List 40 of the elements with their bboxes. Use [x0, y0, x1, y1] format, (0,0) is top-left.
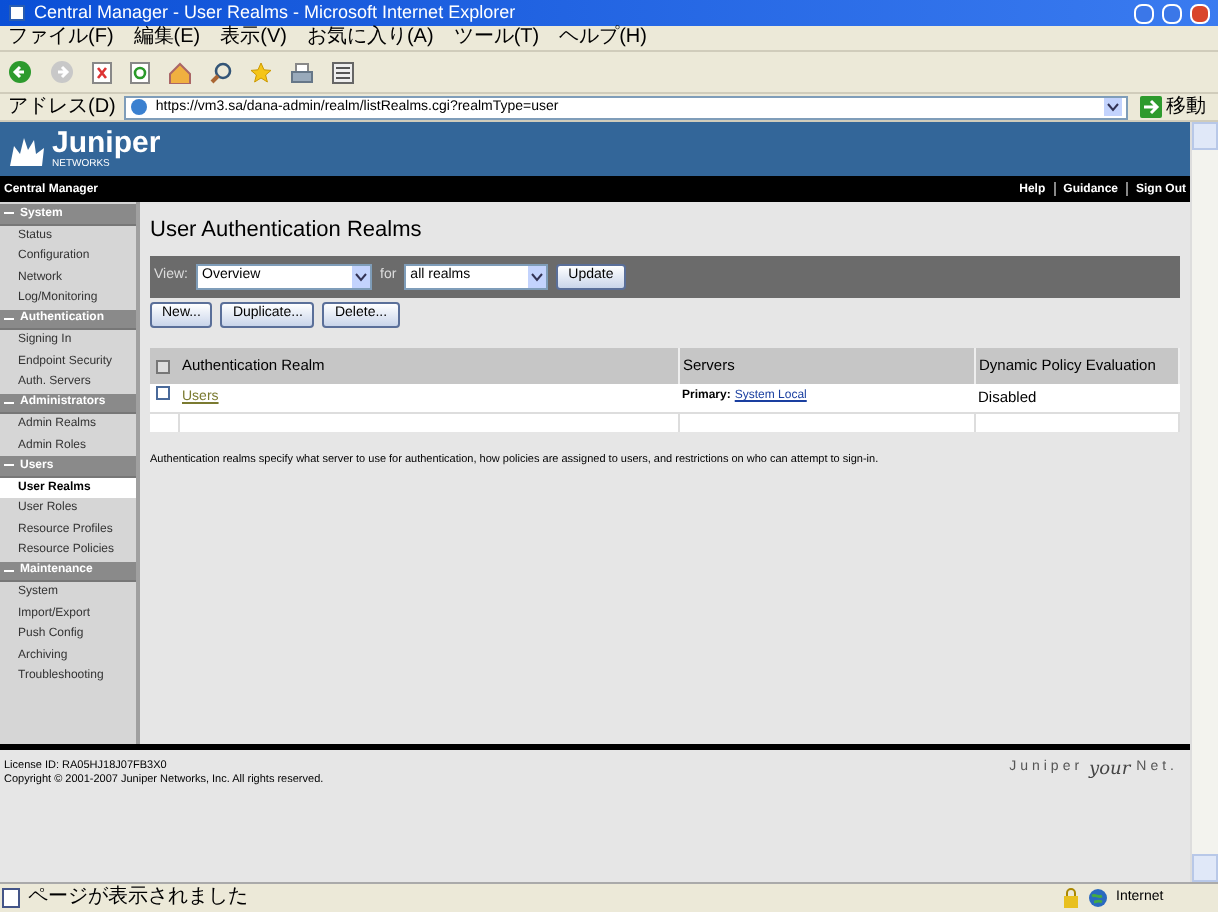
close-button[interactable]	[1190, 3, 1210, 23]
globe-icon	[1088, 888, 1108, 908]
home-icon[interactable]	[168, 61, 192, 83]
star-icon[interactable]	[250, 61, 272, 83]
minimize-button[interactable]	[1134, 3, 1154, 23]
go-button[interactable]: 移動	[1136, 95, 1210, 119]
collapse-icon[interactable]	[4, 565, 14, 576]
menu-item[interactable]: お気に入り(A)	[306, 26, 434, 50]
select-all-icon[interactable]	[156, 359, 170, 373]
page-title: User Authentication Realms	[150, 216, 424, 244]
status-text: ページが表示されました	[28, 886, 250, 910]
collapse-icon[interactable]	[4, 208, 14, 219]
menu-item[interactable]: ファイル(F)	[8, 26, 114, 50]
maximize-button[interactable]	[1162, 3, 1182, 23]
dropdown-icon	[528, 266, 547, 288]
menu-item[interactable]: ツール(T)	[453, 26, 540, 50]
go-arrow-icon	[1140, 96, 1162, 118]
scrollbar[interactable]	[1190, 122, 1218, 882]
refresh-icon[interactable]	[130, 61, 150, 83]
lock-icon	[1062, 888, 1080, 908]
dropdown-icon	[352, 266, 370, 288]
collapse-icon[interactable]	[4, 397, 14, 408]
dropdown-icon[interactable]	[1104, 98, 1122, 116]
menu-item[interactable]: 編集(E)	[133, 26, 201, 50]
print-icon[interactable]	[290, 61, 314, 83]
tools-icon[interactable]	[332, 61, 354, 83]
page-icon	[2, 888, 20, 908]
search-icon[interactable]	[210, 61, 232, 83]
collapse-icon[interactable]	[4, 313, 14, 324]
logo-text: Juniper	[52, 128, 161, 158]
menu-item[interactable]: ヘルプ(H)	[559, 26, 647, 50]
page-icon	[8, 4, 26, 22]
address-label: アドレス(D)	[8, 95, 116, 119]
back-icon[interactable]	[8, 60, 32, 84]
page-icon	[129, 98, 148, 116]
stop-icon[interactable]	[92, 61, 112, 83]
collapse-icon[interactable]	[4, 460, 14, 471]
menu-item[interactable]: 表示(V)	[220, 26, 287, 50]
window-title: Central Manager - User Realms - Microsoft Internet Explorer	[34, 2, 518, 24]
row-checkbox[interactable]	[156, 386, 170, 400]
